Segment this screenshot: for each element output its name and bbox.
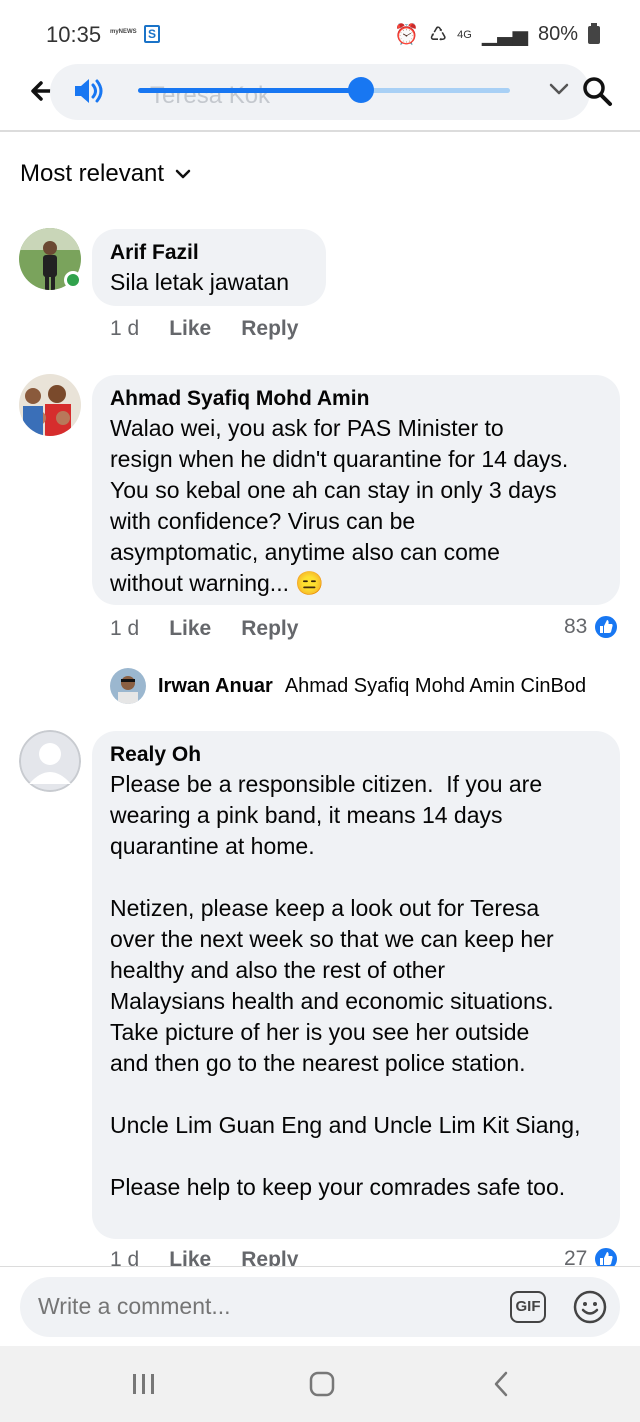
- header: Teresa Kok: [0, 60, 640, 132]
- comment-bubble[interactable]: Realy Oh Please be a responsible citizen…: [92, 731, 620, 1239]
- volume-icon[interactable]: [72, 76, 106, 106]
- avatar[interactable]: [110, 668, 146, 704]
- sort-selector[interactable]: Most relevant: [20, 160, 192, 188]
- comment-bubble[interactable]: Ahmad Syafiq Mohd Amin Walao wei, you as…: [92, 375, 620, 605]
- comment-time: 1 d: [110, 617, 140, 640]
- thumbs-up-icon: [593, 614, 620, 640]
- search-query[interactable]: Teresa Kok: [150, 82, 270, 110]
- comment-author[interactable]: Arif Fazil: [110, 239, 308, 267]
- reaction-count[interactable]: 83: [564, 614, 620, 640]
- search-icon[interactable]: [580, 74, 614, 108]
- avatar[interactable]: [19, 374, 81, 436]
- comment-actions: 1 d Like Reply: [110, 617, 298, 641]
- reply-preview[interactable]: Irwan Anuar Ahmad Syafiq Mohd Amin CinBo…: [110, 668, 586, 704]
- reply-author[interactable]: Irwan Anuar: [158, 675, 273, 698]
- comment-bubble[interactable]: Arif Fazil Sila letak jawatan: [92, 229, 326, 306]
- system-nav-bar: [0, 1346, 640, 1422]
- status-time: 10:35: [46, 22, 102, 47]
- comment-text: Walao wei, you ask for PAS Minister to r…: [110, 415, 569, 596]
- news-app-icon: myNEWS: [110, 29, 137, 35]
- volume-slider-fill: [138, 88, 362, 93]
- back-icon[interactable]: [482, 1368, 522, 1400]
- comment-time: 1 d: [110, 317, 140, 340]
- network-label: 4G: [457, 28, 472, 41]
- signal-icon: ▁▃▅: [481, 24, 528, 46]
- online-status-dot: [64, 271, 82, 289]
- alarm-icon: ⏰: [394, 24, 420, 46]
- reply-button[interactable]: Reply: [241, 317, 298, 341]
- recycle-icon: ♺: [429, 24, 448, 46]
- comment-text: Sila letak jawatan: [110, 269, 289, 295]
- reply-text: Ahmad Syafiq Mohd Amin CinBod: [284, 674, 587, 697]
- s-app-icon: S: [144, 25, 160, 43]
- comment-input[interactable]: [38, 1293, 438, 1320]
- volume-slider-knob[interactable]: [348, 77, 375, 103]
- chevron-down-icon[interactable]: [548, 78, 570, 100]
- recent-apps-icon[interactable]: [124, 1368, 164, 1400]
- emoji-icon[interactable]: [572, 1289, 608, 1325]
- reaction-count-value: 83: [564, 615, 588, 638]
- chevron-down-icon: [175, 169, 191, 179]
- home-icon[interactable]: [302, 1368, 342, 1400]
- comment-author[interactable]: Realy Oh: [110, 741, 602, 769]
- comment-author[interactable]: Ahmad Syafiq Mohd Amin: [110, 385, 602, 413]
- like-button[interactable]: Like: [169, 617, 211, 641]
- sort-label: Most relevant: [20, 160, 165, 187]
- status-bar: 10:35 myNEWS S ⏰ ♺ 4G ▁▃▅ 80%: [0, 0, 640, 60]
- volume-slider[interactable]: [138, 77, 510, 103]
- reply-button[interactable]: Reply: [241, 617, 298, 641]
- status-icons: ⏰ ♺ 4G ▁▃▅ 80%: [394, 22, 600, 47]
- gif-icon[interactable]: GIF: [510, 1291, 546, 1323]
- battery-icon: [588, 22, 600, 44]
- battery-level: 80%: [537, 23, 578, 45]
- comment-composer[interactable]: GIF: [20, 1277, 620, 1337]
- avatar[interactable]: [19, 730, 81, 792]
- comment-actions: 1 d Like Reply: [110, 317, 298, 341]
- comment-composer-area: GIF: [0, 1266, 640, 1346]
- comment-text: Please be a responsible citizen. If you …: [110, 771, 581, 1200]
- like-button[interactable]: Like: [169, 317, 211, 341]
